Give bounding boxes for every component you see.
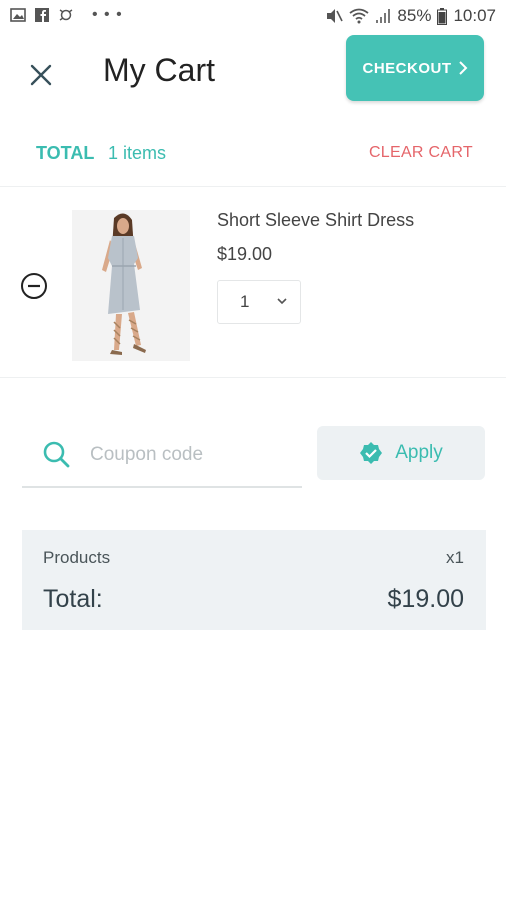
- verified-badge-icon: [360, 442, 383, 464]
- battery-percent: 85%: [397, 6, 432, 25]
- signal-icon: [376, 9, 391, 23]
- apply-coupon-button[interactable]: Apply: [317, 426, 485, 480]
- quantity-select[interactable]: 1: [217, 280, 301, 324]
- divider: [0, 186, 506, 187]
- sync-icon: [59, 9, 73, 21]
- page-title: My Cart: [103, 52, 215, 88]
- status-bar: • • • 85% 10:07: [0, 0, 506, 34]
- order-summary: Products x1 Total: $19.00: [22, 530, 486, 630]
- clear-cart-button[interactable]: CLEAR CART: [369, 144, 473, 162]
- dress-model-illustration: [72, 210, 190, 361]
- chevron-right-icon: [458, 61, 467, 75]
- checkout-label: CHECKOUT: [362, 59, 452, 77]
- search-icon: [43, 441, 70, 468]
- checkout-button[interactable]: CHECKOUT: [346, 35, 484, 101]
- product-name[interactable]: Short Sleeve Shirt Dress: [217, 210, 414, 231]
- products-count: x1: [446, 548, 464, 567]
- product-price: $19.00: [217, 244, 273, 264]
- status-icons-right: 85% 10:07: [325, 6, 496, 26]
- chevron-down-icon: [277, 298, 287, 305]
- products-label: Products: [43, 548, 111, 567]
- remove-item-icon[interactable]: [20, 272, 48, 300]
- more-notifications-icon: • • •: [92, 6, 123, 23]
- status-time: 10:07: [453, 6, 496, 25]
- wifi-icon: [349, 8, 369, 24]
- status-icons-left: • • •: [10, 6, 123, 23]
- cart-total-bar: TOTAL 1 items CLEAR CART: [0, 130, 506, 184]
- product-image[interactable]: [72, 210, 190, 361]
- divider: [0, 377, 506, 378]
- image-icon: [10, 8, 26, 22]
- quantity-value: 1: [240, 292, 250, 311]
- battery-icon: [437, 7, 448, 25]
- close-button[interactable]: [24, 58, 58, 92]
- total-label: TOTAL: [36, 143, 95, 163]
- items-count: 1 items: [108, 143, 167, 163]
- coupon-field: [22, 426, 302, 488]
- mute-icon: [327, 9, 344, 23]
- coupon-input[interactable]: [88, 440, 297, 470]
- summary-total-label: Total:: [43, 585, 103, 613]
- apply-label: Apply: [395, 442, 443, 463]
- close-icon: [30, 64, 52, 86]
- facebook-icon: [35, 8, 49, 22]
- summary-total-value: $19.00: [387, 585, 464, 613]
